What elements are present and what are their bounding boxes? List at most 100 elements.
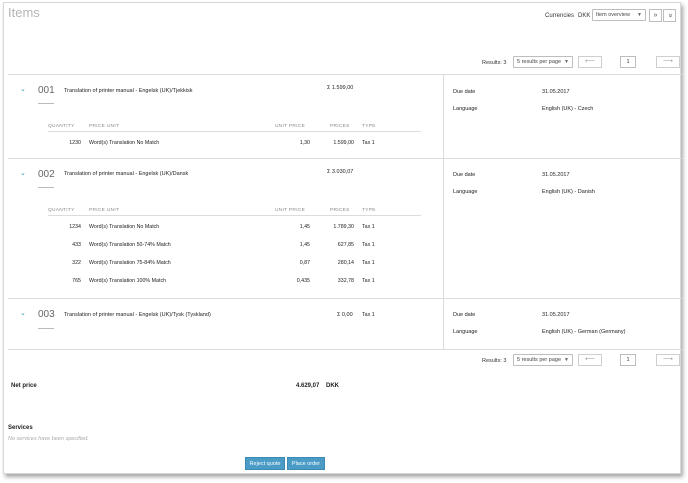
services-heading: Services <box>8 425 33 431</box>
row-quantity: 1234 <box>69 224 81 230</box>
per-page-select[interactable]: 5 results per page ▼ <box>513 56 573 68</box>
double-chevron-down-icon: » <box>666 13 673 18</box>
row-price: 332,78 <box>337 278 354 284</box>
item-type: Tax 1 <box>362 312 375 318</box>
divider <box>48 131 421 132</box>
row-unit-price: 1,45 <box>299 242 310 248</box>
caret-down-icon: ▼ <box>637 12 642 18</box>
row-price-unit: Word(s) Translation 50-74% Match <box>89 242 171 248</box>
items-panel: Items Currencies DKK Item overview ▼ » »… <box>3 2 682 474</box>
row-type: Tax 1 <box>362 278 375 284</box>
due-date-value: 31.05.2017 <box>542 172 570 178</box>
divider <box>8 74 682 75</box>
double-chevron-right-icon: » <box>653 12 658 19</box>
view-select[interactable]: Item overview ▼ <box>592 9 646 21</box>
row-unit-price: 1,45 <box>299 224 310 230</box>
row-price-unit: Word(s) Translation 75-84% Match <box>89 260 171 266</box>
divider <box>8 298 682 299</box>
divider <box>8 349 682 350</box>
per-page-select[interactable]: 5 results per page ▼ <box>513 354 573 366</box>
language-value: English (UK) - Danish <box>542 189 595 195</box>
net-price-label: Net price <box>11 383 37 389</box>
per-page-value: 5 results per page <box>517 59 562 65</box>
item-title: Translation of printer manual - Engelsk … <box>64 171 189 177</box>
arrow-left-icon: ⟵ <box>584 58 596 65</box>
item-total: Σ 1.599,00 <box>327 85 354 91</box>
item-number-underline <box>38 103 54 104</box>
per-page-value: 5 results per page <box>517 357 562 363</box>
arrow-left-icon: ⟵ <box>584 356 596 363</box>
due-date-value: 31.05.2017 <box>542 89 570 95</box>
col-unit-price: UNIT PRICE <box>275 208 306 213</box>
row-type: Tax 1 <box>362 224 375 230</box>
page-number-input[interactable]: 1 <box>620 354 636 366</box>
item-number: 003 <box>38 309 55 320</box>
row-price: 1.599,00 <box>333 140 354 146</box>
results-count: Results: 3 <box>482 60 507 66</box>
col-quantity: QUANTITY <box>48 124 75 129</box>
col-prices: PRICES <box>330 124 350 129</box>
arrow-right-icon: ⟶ <box>662 58 674 65</box>
row-price: 280,14 <box>337 260 354 266</box>
arrow-right-icon: ⟶ <box>662 356 674 363</box>
item-title: Translation of printer manual - Engelsk … <box>64 88 193 94</box>
services-empty-text: No services have been specified. <box>8 436 89 442</box>
due-date-value: 31.05.2017 <box>542 312 570 318</box>
language-label: Language <box>453 106 478 112</box>
col-quantity: QUANTITY <box>48 208 75 213</box>
expand-all-button[interactable]: » <box>649 9 662 22</box>
due-date-label: Due date <box>453 172 476 178</box>
row-price-unit: Word(s) Translation No Match <box>89 224 160 230</box>
page-title: Items <box>8 5 40 20</box>
page-number-input[interactable]: 1 <box>620 56 636 68</box>
language-value: English (UK) - Czech <box>542 106 594 112</box>
col-unit-price: UNIT PRICE <box>275 124 306 129</box>
next-page-button[interactable]: ⟶ <box>656 56 680 68</box>
divider <box>443 74 444 350</box>
item-total: Σ 3.030,07 <box>327 169 354 175</box>
col-price-unit: PRICE UNIT <box>89 124 120 129</box>
col-prices: PRICES <box>330 208 350 213</box>
language-label: Language <box>453 329 478 335</box>
place-order-button[interactable]: Place order <box>287 457 325 470</box>
chevron-down-icon[interactable]: ⌄ <box>20 309 26 317</box>
prev-page-button[interactable]: ⟵ <box>578 354 602 366</box>
item-number-underline <box>38 328 54 329</box>
item-title: Translation of printer manual - Engelsk … <box>64 312 211 318</box>
caret-down-icon: ▼ <box>564 357 569 363</box>
row-price-unit: Word(s) Translation No Match <box>89 140 160 146</box>
row-price: 627,85 <box>337 242 354 248</box>
row-unit-price: 0,435 <box>296 278 310 284</box>
currency-value: DKK <box>578 13 591 19</box>
row-price-unit: Word(s) Translation 100% Match <box>89 278 167 284</box>
col-type: TYPE <box>362 208 376 213</box>
col-type: TYPE <box>362 124 376 129</box>
row-unit-price: 0,87 <box>299 260 310 266</box>
item-number: 002 <box>38 169 55 180</box>
divider <box>8 158 682 159</box>
next-page-button[interactable]: ⟶ <box>656 354 680 366</box>
currencies-label: Currencies <box>545 13 575 19</box>
chevron-down-icon[interactable]: ⌄ <box>20 169 26 177</box>
item-total: Σ 0,00 <box>337 312 353 318</box>
due-date-label: Due date <box>453 89 476 95</box>
reject-quote-button[interactable]: Reject quote <box>245 457 285 470</box>
caret-down-icon: ▼ <box>564 59 569 65</box>
view-select-value: Item overview <box>596 12 630 18</box>
row-quantity: 433 <box>72 242 81 248</box>
row-price: 1.789,30 <box>333 224 354 230</box>
row-quantity: 1230 <box>69 140 81 146</box>
due-date-label: Due date <box>453 312 476 318</box>
chevron-down-icon[interactable]: ⌄ <box>20 85 26 93</box>
collapse-all-button[interactable]: » <box>663 9 676 22</box>
language-value: English (UK) - German (Germany) <box>542 329 626 335</box>
item-number: 001 <box>38 85 55 96</box>
row-quantity: 765 <box>72 278 81 284</box>
row-type: Tax 1 <box>362 140 375 146</box>
row-quantity: 322 <box>72 260 81 266</box>
language-label: Language <box>453 189 478 195</box>
net-price-value: 4.629,07 <box>296 383 320 389</box>
prev-page-button[interactable]: ⟵ <box>578 56 602 68</box>
divider <box>48 215 421 216</box>
results-count: Results: 3 <box>482 358 507 364</box>
